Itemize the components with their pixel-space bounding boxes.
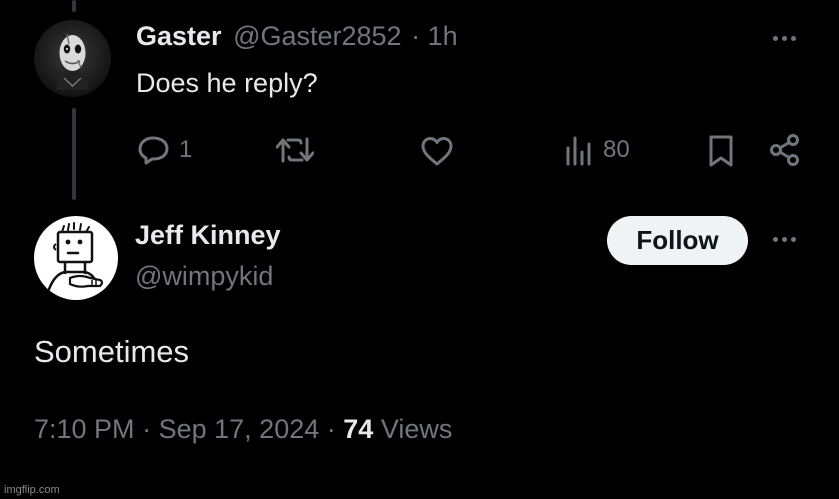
main-more-button[interactable] [773, 237, 796, 242]
parent-tweet-header: Gaster @Gaster2852 · 1h [136, 20, 458, 52]
reply-button[interactable]: 1 [137, 134, 192, 166]
meta-separator-2: · [326, 414, 336, 444]
view-count: 80 [603, 136, 630, 163]
main-display-name[interactable]: Jeff Kinney [135, 219, 281, 251]
views-button[interactable]: 80 [565, 134, 630, 166]
main-handle[interactable]: @wimpykid [135, 260, 273, 292]
parent-more-button[interactable] [773, 36, 796, 41]
watermark: imgflip.com [4, 484, 60, 496]
like-button[interactable] [420, 136, 454, 166]
share-icon [770, 134, 799, 166]
thread-line [72, 108, 76, 200]
main-tweet-text: Sometimes [34, 334, 190, 369]
more-dot [791, 36, 796, 41]
tweet-time[interactable]: 7:10 PM [34, 414, 135, 444]
bookmark-button[interactable] [707, 134, 735, 168]
views-count: 74 [343, 414, 374, 444]
more-dot [773, 36, 778, 41]
views-label: Views [380, 414, 453, 444]
meta-separator-1: · [142, 414, 152, 444]
reply-count: 1 [179, 136, 193, 163]
more-dot [782, 36, 787, 41]
more-dot [791, 237, 796, 242]
parent-handle[interactable]: @Gaster2852 [233, 21, 402, 51]
retweet-button[interactable] [276, 135, 314, 165]
avatar-jeff-kinney[interactable] [34, 216, 118, 300]
parent-tweet-text: Does he reply? [136, 68, 318, 98]
bookmark-icon [709, 135, 733, 167]
parent-timestamp[interactable]: 1h [428, 21, 458, 51]
share-button[interactable] [769, 134, 801, 166]
more-dot [773, 237, 778, 242]
avatar-gaster[interactable] [34, 20, 111, 97]
retweet-icon [276, 137, 314, 163]
tweet-date[interactable]: Sep 17, 2024 [159, 414, 320, 444]
like-icon [421, 137, 453, 166]
views-icon [566, 136, 591, 166]
tweet-metadata: 7:10 PM · Sep 17, 2024 · 74 Views [34, 413, 452, 445]
thread-line-top [72, 0, 76, 12]
parent-separator: · [411, 21, 421, 51]
more-dot [782, 237, 787, 242]
follow-button[interactable]: Follow [607, 216, 748, 265]
parent-display-name[interactable]: Gaster [136, 21, 222, 51]
reply-icon [138, 136, 169, 165]
